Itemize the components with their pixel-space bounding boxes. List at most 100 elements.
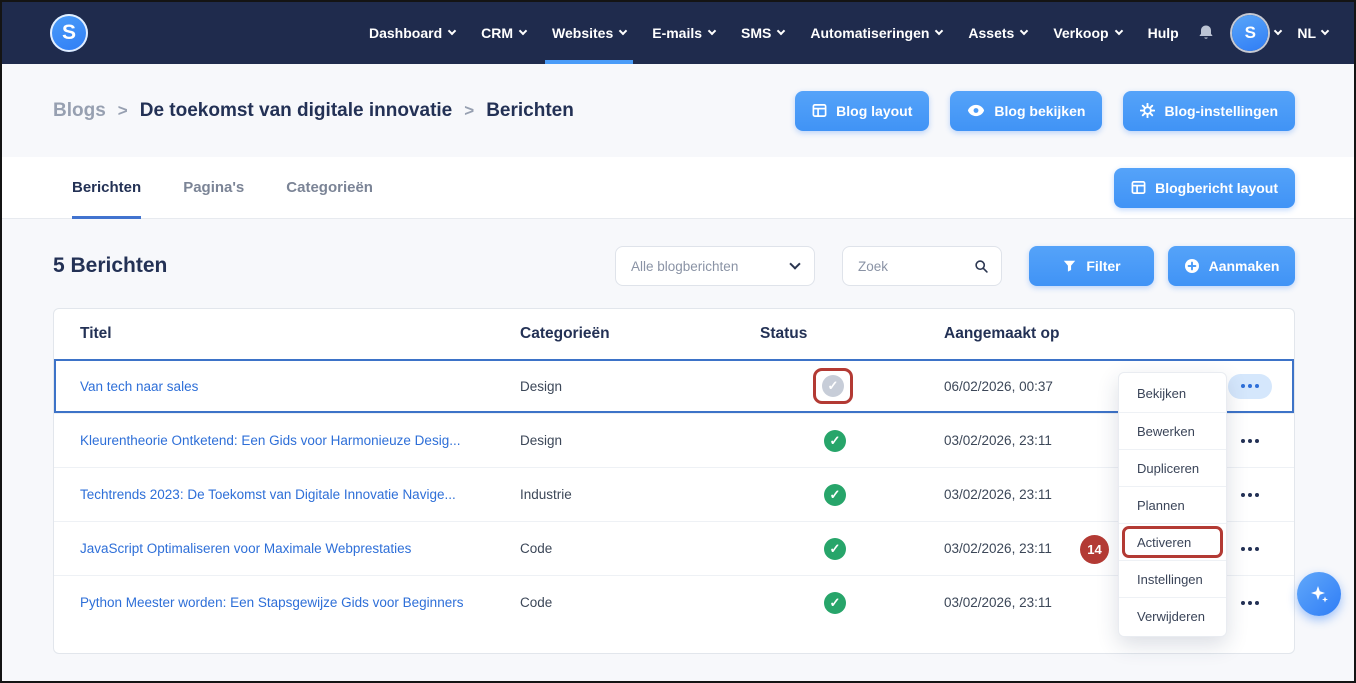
breadcrumb-separator: > [117, 100, 128, 120]
nav-item-dashboard[interactable]: Dashboard [356, 2, 468, 64]
chevron-down-icon [447, 26, 457, 36]
select-value: Alle blogberichten [631, 258, 739, 274]
gear-icon [1140, 103, 1156, 118]
button-label: Blog bekijken [994, 102, 1086, 119]
language-selector[interactable]: NL [1297, 25, 1330, 41]
table-row[interactable]: Kleurentheorie Ontketend: Een Gids voor … [54, 413, 1294, 467]
chevron-down-icon [1274, 26, 1283, 36]
nav-item-websites[interactable]: Websites [539, 2, 639, 64]
post-title-link[interactable]: JavaScript Optimaliseren voor Maximale W… [80, 541, 411, 556]
row-actions-button[interactable] [1228, 590, 1272, 615]
tab-berichten[interactable]: Berichten [72, 157, 142, 219]
blogpost-layout-button[interactable]: Blogbericht layout [1114, 167, 1295, 208]
brand-logo-letter: S [61, 21, 76, 44]
filter-button[interactable]: Filter [1029, 246, 1154, 286]
search-icon [975, 259, 988, 273]
nav-item-assets[interactable]: Assets [955, 2, 1040, 64]
menu-item-bekijken[interactable]: Bekijken [1119, 375, 1226, 412]
nav-item-verkoop[interactable]: Verkoop [1040, 2, 1134, 64]
create-button[interactable]: Aanmaken [1168, 246, 1295, 286]
annotation-step-badge: 14 [1080, 535, 1109, 564]
row-context-menu: Bekijken Bewerken Dupliceren Plannen Act… [1118, 372, 1227, 637]
nav-label: Automatiseringen [810, 25, 930, 41]
menu-item-activeren[interactable]: Activeren [1119, 523, 1226, 560]
chevron-down-icon [707, 26, 717, 36]
nav-item-automatiseringen[interactable]: Automatiseringen [797, 2, 955, 64]
row-actions-button[interactable] [1228, 482, 1272, 507]
post-title-link[interactable]: Kleurentheorie Ontketend: Een Gids voor … [80, 433, 460, 448]
post-title-link[interactable]: Python Meester worden: Een Stapsgewijze … [80, 595, 463, 610]
assistant-fab[interactable] [1297, 572, 1341, 616]
status-active-icon [824, 429, 846, 452]
user-menu[interactable]: S [1232, 15, 1283, 51]
tab-paginas[interactable]: Pagina's [183, 157, 244, 219]
breadcrumb-item-blogs[interactable]: Blogs [53, 100, 106, 122]
post-category: Design [520, 378, 563, 394]
table-row[interactable]: Van tech naar sales Design 06/02/2026, 0… [54, 359, 1294, 413]
post-title-link[interactable]: Van tech naar sales [80, 379, 198, 394]
menu-item-bewerken[interactable]: Bewerken [1119, 412, 1226, 449]
filter-icon [1064, 260, 1076, 272]
notifications-bell-icon[interactable] [1196, 23, 1216, 43]
chevron-down-icon [777, 26, 786, 36]
nav-right-cluster: S NL [1196, 15, 1330, 51]
chevron-down-icon [1320, 26, 1330, 36]
row-actions-button[interactable] [1228, 428, 1272, 453]
post-created-date: 03/02/2026, 23:11 [944, 595, 1052, 610]
layout-icon [1131, 181, 1146, 194]
nav-item-emails[interactable]: E-mails [639, 2, 728, 64]
nav-label: Assets [968, 25, 1015, 41]
breadcrumb-item-blog-name[interactable]: De toekomst van digitale innovatie [140, 100, 453, 122]
column-header-status: Status [760, 325, 808, 342]
menu-item-verwijderen[interactable]: Verwijderen [1119, 597, 1226, 634]
table-header-row: Titel Categorieën Status Aangemaakt op [54, 309, 1294, 359]
post-title-link[interactable]: Techtrends 2023: De Toekomst van Digital… [80, 487, 456, 502]
app-window: S Dashboard CRM Websites E-mails SMS Aut… [0, 0, 1356, 683]
avatar-letter: S [1244, 23, 1256, 42]
annotation-highlight-box [813, 368, 853, 404]
post-created-date: 06/02/2026, 00:37 [944, 378, 1053, 394]
table-row[interactable]: Techtrends 2023: De Toekomst van Digital… [54, 467, 1294, 521]
chevron-down-icon [1114, 26, 1123, 36]
chevron-down-icon [518, 26, 528, 36]
blogpost-filter-select[interactable]: Alle blogberichten [615, 246, 815, 286]
button-label: Aanmaken [1208, 258, 1280, 274]
top-navbar: S Dashboard CRM Websites E-mails SMS Aut… [2, 2, 1354, 64]
menu-item-plannen[interactable]: Plannen [1119, 486, 1226, 523]
menu-item-label: Activeren [1137, 534, 1192, 550]
user-avatar: S [1232, 15, 1269, 51]
page-title: 5 Berichten [53, 254, 168, 277]
eye-icon [968, 104, 985, 117]
post-created-date: 03/02/2026, 23:11 [944, 433, 1052, 448]
nav-label: Hulp [1147, 25, 1179, 41]
menu-item-dupliceren[interactable]: Dupliceren [1119, 449, 1226, 486]
breadcrumb-item-berichten: Berichten [486, 99, 574, 121]
tab-label: Pagina's [183, 179, 245, 196]
plus-circle-icon [1184, 259, 1199, 273]
chevron-down-icon [1020, 26, 1029, 36]
breadcrumb-bar: Blogs > De toekomst van digitale innovat… [2, 64, 1354, 157]
chevron-down-icon [935, 26, 944, 36]
blog-view-button[interactable]: Blog bekijken [950, 90, 1103, 131]
row-actions-button[interactable] [1228, 536, 1272, 561]
tab-categorieen[interactable]: Categorieën [286, 157, 373, 219]
nav-label: SMS [741, 25, 772, 41]
nav-item-crm[interactable]: CRM [468, 2, 539, 64]
row-actions-button[interactable] [1228, 373, 1272, 399]
tab-label: Berichten [72, 179, 142, 196]
status-active-icon [824, 483, 846, 506]
menu-item-instellingen[interactable]: Instellingen [1119, 560, 1226, 597]
table-row[interactable]: Python Meester worden: Een Stapsgewijze … [54, 575, 1294, 629]
nav-item-sms[interactable]: SMS [728, 2, 797, 64]
chevron-down-icon [789, 257, 801, 270]
blog-settings-button[interactable]: Blog-instellingen [1123, 90, 1295, 131]
search-input[interactable] [858, 258, 974, 274]
language-code: NL [1297, 25, 1316, 41]
blog-layout-button[interactable]: Blog layout [795, 90, 930, 131]
nav-label: Verkoop [1053, 25, 1109, 41]
brand-logo[interactable]: S [50, 14, 88, 52]
post-category: Design [520, 433, 563, 448]
nav-item-hulp[interactable]: Hulp [1135, 2, 1192, 64]
sparkle-icon [1311, 586, 1328, 603]
column-header-titel: Titel [80, 325, 112, 342]
